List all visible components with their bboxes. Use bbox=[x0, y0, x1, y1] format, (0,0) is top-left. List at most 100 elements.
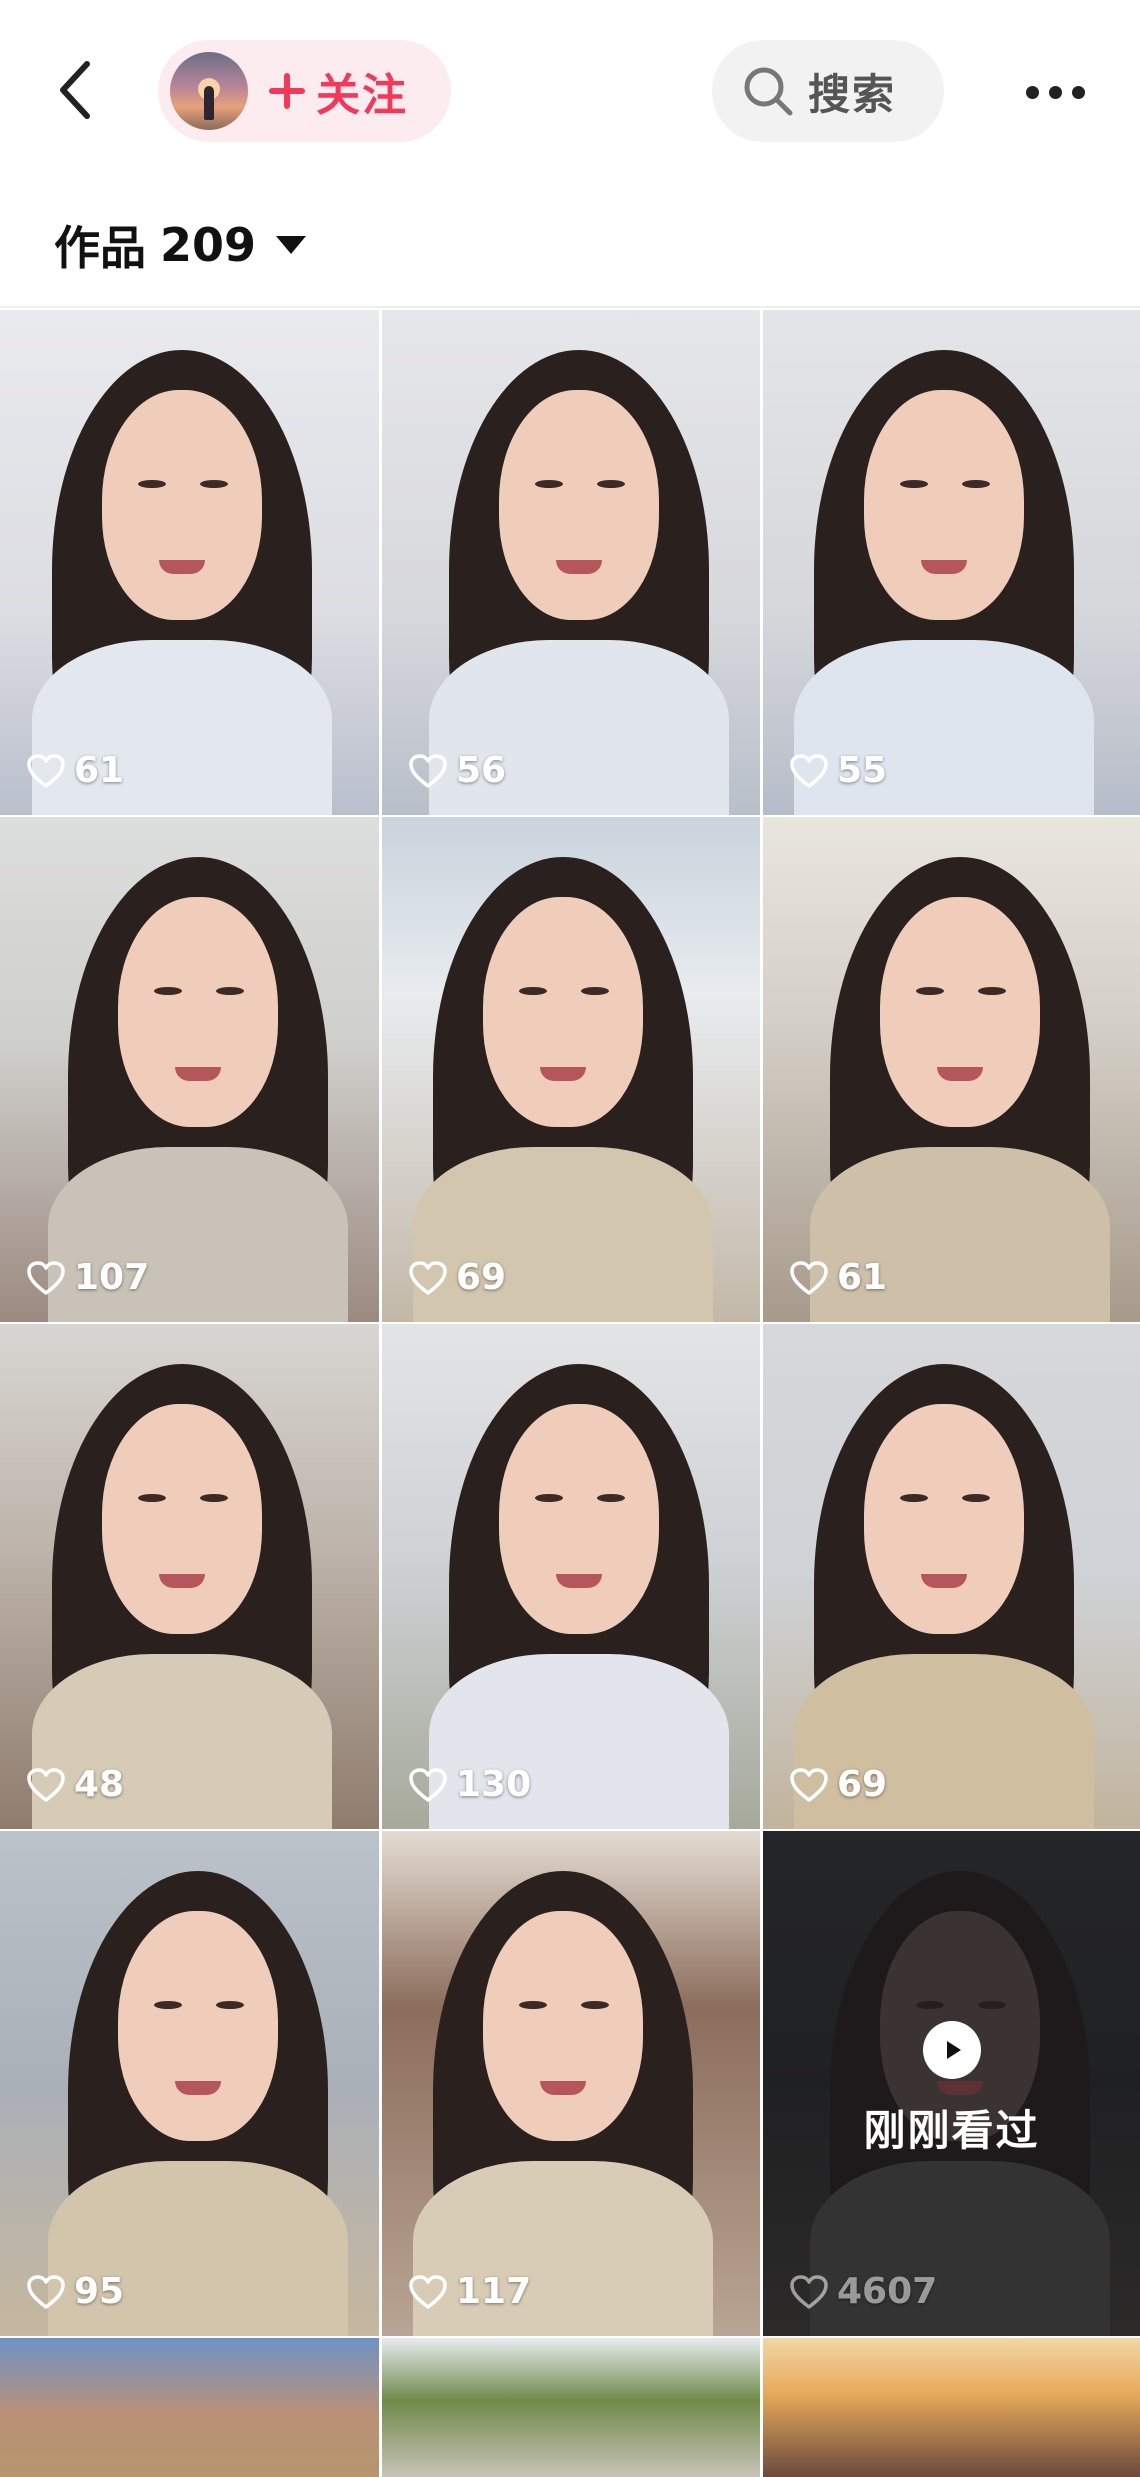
video-thumbnail[interactable]: 117 bbox=[382, 1831, 760, 2336]
heart-outline-icon bbox=[409, 753, 447, 788]
eye-shape bbox=[153, 987, 182, 995]
heart-outline-icon bbox=[409, 2274, 447, 2309]
heart-outline-icon bbox=[27, 2274, 65, 2309]
eye-shape bbox=[215, 2001, 244, 2009]
like-count: 69 bbox=[408, 1257, 506, 1298]
eye-shape bbox=[597, 1494, 625, 1502]
video-thumbnail[interactable] bbox=[763, 2338, 1140, 2477]
mouth-shape bbox=[920, 1574, 967, 1588]
face-shape bbox=[117, 1911, 278, 2141]
heart-outline-icon bbox=[790, 1260, 828, 1295]
heart-outline-icon bbox=[790, 1767, 828, 1802]
video-thumbnail[interactable]: 61 bbox=[0, 310, 379, 815]
like-count: 95 bbox=[26, 2271, 124, 2312]
thumbnail-image bbox=[763, 2338, 1140, 2477]
face-shape bbox=[101, 1404, 262, 1634]
video-thumbnail[interactable]: 95 bbox=[0, 1831, 379, 2336]
like-count: 107 bbox=[26, 1257, 149, 1298]
face-shape bbox=[499, 390, 659, 620]
video-thumbnail[interactable]: 61 bbox=[763, 817, 1140, 1322]
eye-shape bbox=[137, 1494, 166, 1502]
recently-viewed-label: 刚刚看过 bbox=[863, 2106, 1040, 2155]
mouth-shape bbox=[158, 560, 205, 574]
thumbnail-image bbox=[382, 2338, 760, 2477]
mouth-shape bbox=[174, 2081, 221, 2095]
eye-shape bbox=[915, 987, 944, 995]
heart-outline-icon bbox=[409, 1767, 447, 1802]
video-thumbnail[interactable]: 107 bbox=[0, 817, 379, 1322]
more-dots-icon bbox=[1025, 85, 1039, 99]
search-icon bbox=[744, 67, 793, 116]
like-count: 56 bbox=[408, 750, 506, 791]
face-shape bbox=[483, 897, 643, 1127]
like-count-value: 61 bbox=[74, 750, 125, 791]
video-thumbnail[interactable]: 56 bbox=[382, 310, 760, 815]
like-count-value: 117 bbox=[456, 2271, 532, 2312]
mouth-shape bbox=[936, 1067, 983, 1081]
divider bbox=[0, 306, 1140, 308]
eye-shape bbox=[137, 480, 166, 488]
video-thumbnail[interactable]: 刚刚看过 4607 bbox=[763, 1831, 1140, 2336]
eye-shape bbox=[519, 987, 547, 995]
video-thumbnail[interactable] bbox=[382, 2338, 760, 2477]
eye-shape bbox=[153, 2001, 182, 2009]
avatar[interactable] bbox=[170, 52, 248, 130]
like-count-value: 107 bbox=[74, 1257, 150, 1298]
face-shape bbox=[499, 1404, 659, 1634]
video-thumbnail[interactable]: 48 bbox=[0, 1324, 379, 1829]
eye-shape bbox=[581, 987, 609, 995]
like-count-value: 56 bbox=[456, 750, 507, 791]
video-thumbnail[interactable]: 69 bbox=[763, 1324, 1140, 1829]
heart-outline-icon bbox=[27, 1260, 65, 1295]
search-label: 搜索 bbox=[808, 69, 897, 119]
more-dot bbox=[1071, 85, 1085, 99]
back-button[interactable] bbox=[40, 45, 110, 135]
works-tab-selector[interactable]: 作品 209 bbox=[54, 210, 307, 280]
like-count: 4607 bbox=[789, 2271, 937, 2312]
face-shape bbox=[117, 897, 278, 1127]
mouth-shape bbox=[540, 1067, 586, 1081]
mouth-shape bbox=[920, 560, 967, 574]
eye-shape bbox=[961, 480, 990, 488]
like-count-value: 55 bbox=[837, 750, 888, 791]
mouth-shape bbox=[174, 1067, 221, 1081]
eye-shape bbox=[581, 2001, 609, 2009]
eye-shape bbox=[535, 1494, 563, 1502]
works-label: 作品 bbox=[54, 221, 146, 275]
face-shape bbox=[863, 1404, 1024, 1634]
heart-outline-icon bbox=[409, 1260, 447, 1295]
video-thumbnail[interactable]: 55 bbox=[763, 310, 1140, 815]
like-count-value: 95 bbox=[74, 2271, 125, 2312]
eye-shape bbox=[215, 987, 244, 995]
play-icon bbox=[922, 2021, 981, 2079]
top-bar: 关注 搜索 作品 209 bbox=[0, 0, 1140, 275]
like-count-value: 48 bbox=[74, 1764, 125, 1805]
recently-viewed-badge: 刚刚看过 bbox=[763, 2021, 1140, 2158]
face-shape bbox=[483, 1911, 643, 2141]
search-button[interactable]: 搜索 bbox=[712, 40, 944, 142]
mouth-shape bbox=[158, 1574, 205, 1588]
like-count: 130 bbox=[408, 1764, 531, 1805]
mouth-shape bbox=[556, 1574, 602, 1588]
face-shape bbox=[879, 897, 1040, 1127]
caret-down-icon bbox=[276, 236, 307, 254]
like-count: 69 bbox=[789, 1764, 887, 1805]
video-thumbnail[interactable]: 130 bbox=[382, 1324, 760, 1829]
heart-outline-icon bbox=[27, 753, 65, 788]
eye-shape bbox=[597, 480, 625, 488]
eye-shape bbox=[535, 480, 563, 488]
works-count: 209 bbox=[160, 218, 257, 272]
like-count: 48 bbox=[26, 1764, 124, 1805]
mouth-shape bbox=[556, 560, 602, 574]
like-count-value: 4607 bbox=[837, 2271, 938, 2312]
more-dot bbox=[1048, 85, 1062, 99]
like-count: 61 bbox=[789, 1257, 887, 1298]
eye-shape bbox=[519, 2001, 547, 2009]
more-button[interactable] bbox=[1010, 70, 1100, 114]
video-thumbnail[interactable] bbox=[0, 2338, 379, 2477]
like-count: 55 bbox=[789, 750, 887, 791]
eye-shape bbox=[977, 987, 1006, 995]
thumbnail-image bbox=[0, 2338, 379, 2477]
follow-button[interactable]: 关注 bbox=[158, 40, 451, 142]
video-thumbnail[interactable]: 69 bbox=[382, 817, 760, 1322]
